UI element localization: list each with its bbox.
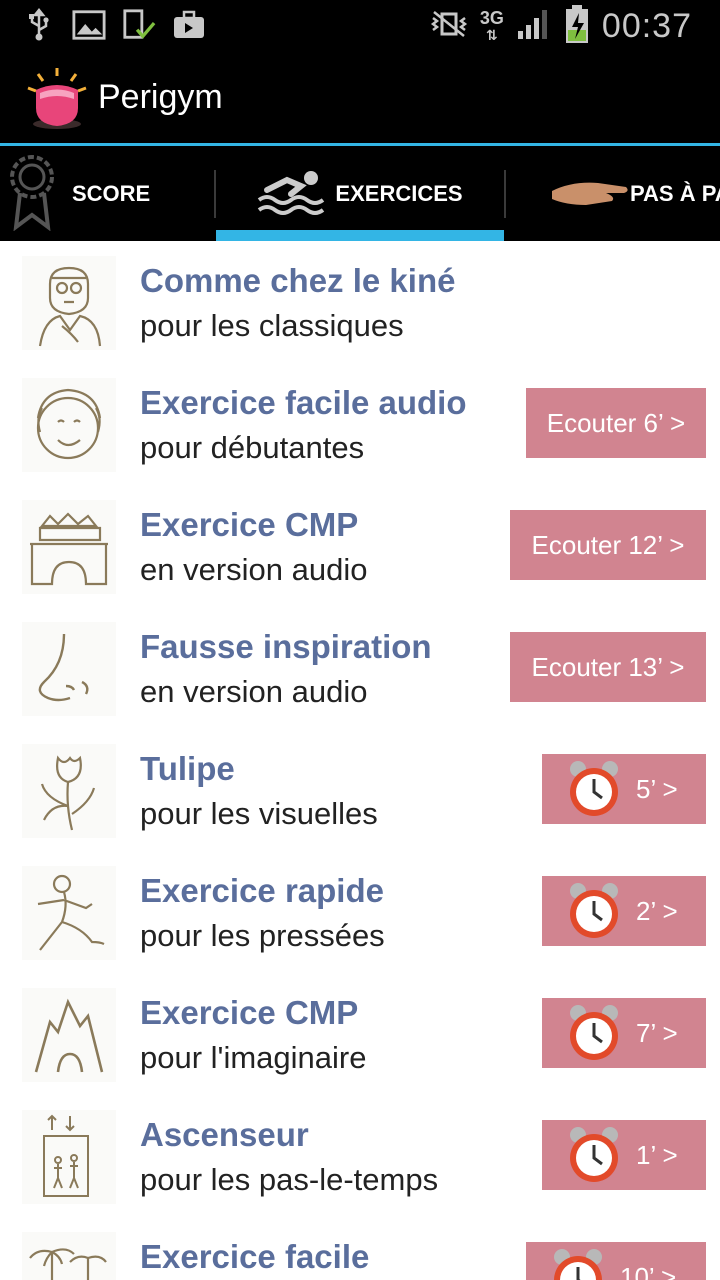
- tab-pas-label: PAS À PA: [630, 180, 720, 206]
- list-item[interactable]: Exercice rapide pour les pressées 2’ >: [0, 852, 720, 974]
- timer-button[interactable]: 7’ >: [542, 998, 706, 1068]
- alarm-clock-icon: [564, 1003, 624, 1063]
- app-title: Perigym: [98, 78, 223, 116]
- exercise-subtitle: pour les pas-le-temps: [140, 1162, 439, 1197]
- exercise-title: Exercice CMP: [140, 994, 359, 1031]
- image-icon: [72, 8, 106, 42]
- timer-label: 7’ >: [636, 1017, 678, 1048]
- exercise-title: Ascenseur: [140, 1116, 309, 1153]
- palm-trees-icon: [22, 1232, 116, 1280]
- timer-label: 10’ >: [620, 1261, 677, 1280]
- listen-button[interactable]: Ecouter 13’ >: [510, 632, 706, 702]
- briefcase-icon: [172, 8, 206, 42]
- clock-time: 00:37: [601, 7, 692, 45]
- exercise-title: Exercice rapide: [140, 872, 384, 909]
- timer-label: 2’ >: [636, 895, 678, 926]
- list-item[interactable]: Exercice facile 10’ >: [0, 1218, 720, 1280]
- action-bar: Perigym: [0, 50, 720, 144]
- tab-pas-a-pas[interactable]: PAS À PA: [506, 146, 720, 241]
- tab-exercices[interactable]: EXERCICES: [216, 146, 504, 241]
- elevator-icon: [22, 1110, 116, 1204]
- network-type: 3G ⇅: [479, 8, 504, 43]
- list-item[interactable]: Comme chez le kiné pour les classiques: [0, 242, 720, 364]
- alarm-clock-icon: [564, 881, 624, 941]
- exercise-title: Tulipe: [140, 750, 235, 787]
- alarm-clock-icon: [548, 1247, 608, 1280]
- list-item[interactable]: Exercice facile audio pour débutantes Ec…: [0, 364, 720, 486]
- exercise-title: Exercice CMP: [140, 506, 359, 543]
- list-item[interactable]: Ascenseur pour les pas-le-temps 1’ >: [0, 1096, 720, 1218]
- exercise-subtitle: pour débutantes: [140, 430, 365, 465]
- exercise-subtitle: pour les visuelles: [140, 796, 378, 831]
- exercise-subtitle: en version audio: [140, 674, 368, 709]
- exercise-list: Comme chez le kiné pour les classiques E…: [0, 242, 720, 1280]
- ribbon-icon: [6, 151, 58, 237]
- tab-exercices-label: EXERCICES: [335, 180, 463, 206]
- exercise-title: Exercice facile: [140, 1238, 370, 1275]
- signal-icon: [516, 7, 552, 46]
- battery-charging-icon: [564, 4, 590, 49]
- tab-score-label: SCORE: [72, 180, 151, 206]
- runner-icon: [22, 866, 116, 960]
- bridge-icon: [22, 500, 116, 594]
- smiling-face-icon: [22, 378, 116, 472]
- exercise-subtitle: pour l'imaginaire: [140, 1040, 367, 1075]
- timer-label: 5’ >: [636, 773, 678, 804]
- timer-button[interactable]: 1’ >: [542, 1120, 706, 1190]
- timer-button[interactable]: 10’ >: [526, 1242, 706, 1280]
- exercise-title: Fausse inspiration: [140, 628, 432, 665]
- tulip-icon: [22, 744, 116, 838]
- usb-icon: [22, 8, 56, 42]
- tab-selected-indicator: [216, 230, 504, 241]
- alarm-clock-icon: [564, 759, 624, 819]
- timer-label: 1’ >: [636, 1139, 678, 1170]
- status-bar: 3G ⇅ 00:37: [0, 0, 720, 50]
- listen-button[interactable]: Ecouter 12’ >: [510, 510, 706, 580]
- vibrate-mute-icon: [430, 10, 468, 43]
- list-item[interactable]: Fausse inspiration en version audio Ecou…: [0, 608, 720, 730]
- sd-card-check-icon: [122, 8, 156, 42]
- list-item[interactable]: Exercice CMP pour l'imaginaire 7’ >: [0, 974, 720, 1096]
- physio-face-icon: [22, 256, 116, 350]
- exercise-subtitle: en version audio: [140, 552, 368, 587]
- nose-icon: [22, 622, 116, 716]
- exercise-title: Comme chez le kiné: [140, 262, 456, 299]
- hand-icon: [550, 171, 630, 217]
- timer-button[interactable]: 5’ >: [542, 754, 706, 824]
- exercise-title: Exercice facile audio: [140, 384, 467, 421]
- tab-bar: SCORE EXERCICES PAS À PA: [0, 146, 720, 241]
- app-logo-icon: [24, 66, 90, 132]
- listen-button[interactable]: Ecouter 6’ >: [526, 388, 706, 458]
- list-item[interactable]: Tulipe pour les visuelles 5’ >: [0, 730, 720, 852]
- timer-button[interactable]: 2’ >: [542, 876, 706, 946]
- list-item[interactable]: Exercice CMP en version audio Ecouter 12…: [0, 486, 720, 608]
- tab-score[interactable]: SCORE: [0, 146, 214, 241]
- exercise-subtitle: pour les pressées: [140, 918, 385, 953]
- swimmer-icon: [257, 166, 327, 222]
- mountain-icon: [22, 988, 116, 1082]
- exercise-subtitle: pour les classiques: [140, 308, 404, 343]
- alarm-clock-icon: [564, 1125, 624, 1185]
